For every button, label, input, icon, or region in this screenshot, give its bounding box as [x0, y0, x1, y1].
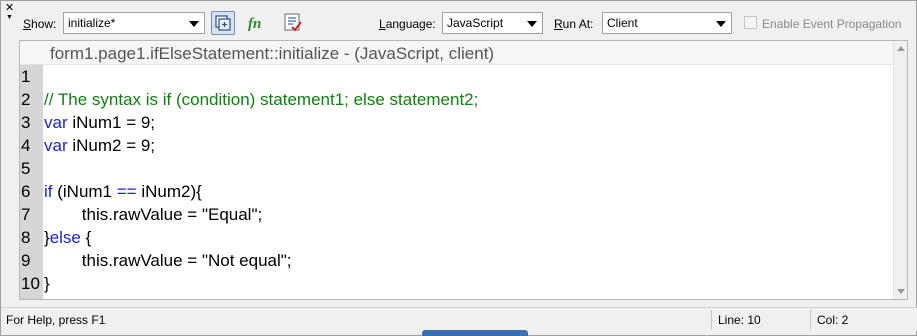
code-line[interactable]: 4 var iNum2 = 9;: [20, 134, 890, 157]
run-at-dropdown[interactable]: Client: [602, 12, 732, 34]
show-events-dropdown[interactable]: initialize*: [63, 12, 205, 34]
run-at-label: Run At:: [554, 17, 594, 31]
check-script-syntax-button[interactable]: [281, 11, 305, 35]
chevron-down-icon: [716, 21, 726, 27]
code-line[interactable]: 6 if (iNum1 == iNum2){: [20, 180, 890, 203]
status-help-text: For Help, press F1: [6, 313, 106, 327]
chevron-down-icon: [527, 21, 537, 27]
code-line[interactable]: 10}: [20, 272, 890, 295]
enable-event-propagation-checkbox[interactable]: [744, 16, 757, 29]
code-text: this.rawValue = "Not equal";: [44, 251, 292, 270]
check-script-icon: [284, 13, 302, 32]
insert-function-button[interactable]: fn: [246, 11, 270, 35]
vertical-scrollbar[interactable]: [893, 41, 907, 299]
script-header: form1.page1.ifElseStatement::initialize …: [20, 41, 895, 65]
code-line[interactable]: 3 var iNum1 = 9;: [20, 111, 890, 134]
line-number: 3: [21, 113, 31, 132]
status-line: Line: 10: [718, 313, 761, 327]
status-bar: For Help, press F1 Line: 10 Col: 2: [1, 307, 917, 331]
code-text: }else {: [44, 228, 92, 247]
line-number: 10: [21, 274, 40, 293]
script-editor[interactable]: form1.page1.ifElseStatement::initialize …: [19, 40, 908, 300]
status-divider: [711, 310, 712, 330]
status-divider: [810, 310, 811, 330]
code-text: }: [44, 274, 50, 293]
run-at-value: Client: [607, 16, 638, 30]
language-label: Language:: [379, 17, 436, 31]
code-line[interactable]: 7 this.rawValue = "Equal";: [20, 203, 890, 226]
code-line[interactable]: 5: [20, 157, 890, 180]
line-number: 6: [21, 182, 31, 201]
code-text: var iNum2 = 9;: [44, 136, 156, 155]
code-text: this.rawValue = "Equal";: [44, 205, 263, 224]
scroll-down-icon[interactable]: [897, 289, 905, 294]
scroll-up-icon[interactable]: [897, 46, 905, 51]
line-number: 5: [21, 159, 31, 178]
line-number: 1: [21, 67, 31, 86]
code-line[interactable]: 1: [20, 65, 890, 88]
code-line[interactable]: 8 }else {: [20, 226, 890, 249]
line-number: 2: [21, 90, 31, 109]
code-text: // The syntax is if (condition) statemen…: [44, 90, 479, 109]
code-line[interactable]: 2 // The syntax is if (condition) stateme…: [20, 88, 890, 111]
line-number: 7: [21, 205, 31, 224]
script-toolbar: Show: initialize* fn Language: JavaScrip…: [1, 9, 917, 37]
language-dropdown[interactable]: JavaScript: [442, 12, 543, 34]
language-value: JavaScript: [447, 16, 504, 30]
functions-view-icon: [215, 15, 231, 31]
line-number: 4: [21, 136, 31, 155]
enable-event-propagation-label: Enable Event Propagation: [762, 17, 902, 31]
code-text: if (iNum1 == iNum2){: [44, 182, 202, 201]
line-number: 8: [21, 228, 31, 247]
functions-view-button[interactable]: [211, 11, 235, 35]
fn-icon: fn: [248, 16, 261, 32]
line-number: 9: [21, 251, 31, 270]
code-text: var iNum1 = 9;: [44, 113, 156, 132]
code-area[interactable]: 1 2 // The syntax is if (condition) statem…: [20, 65, 890, 295]
panel-resize-grip[interactable]: [422, 330, 528, 336]
script-editor-window: ✕ ▼ Show: initialize* fn Language: JavaS…: [0, 0, 917, 336]
code-line[interactable]: 9 this.rawValue = "Not equal";: [20, 249, 890, 272]
status-col: Col: 2: [817, 313, 849, 327]
show-label: Show:: [23, 17, 57, 31]
chevron-down-icon: [189, 21, 199, 27]
show-events-value: initialize*: [68, 16, 116, 30]
svg-text:fn: fn: [248, 16, 261, 32]
